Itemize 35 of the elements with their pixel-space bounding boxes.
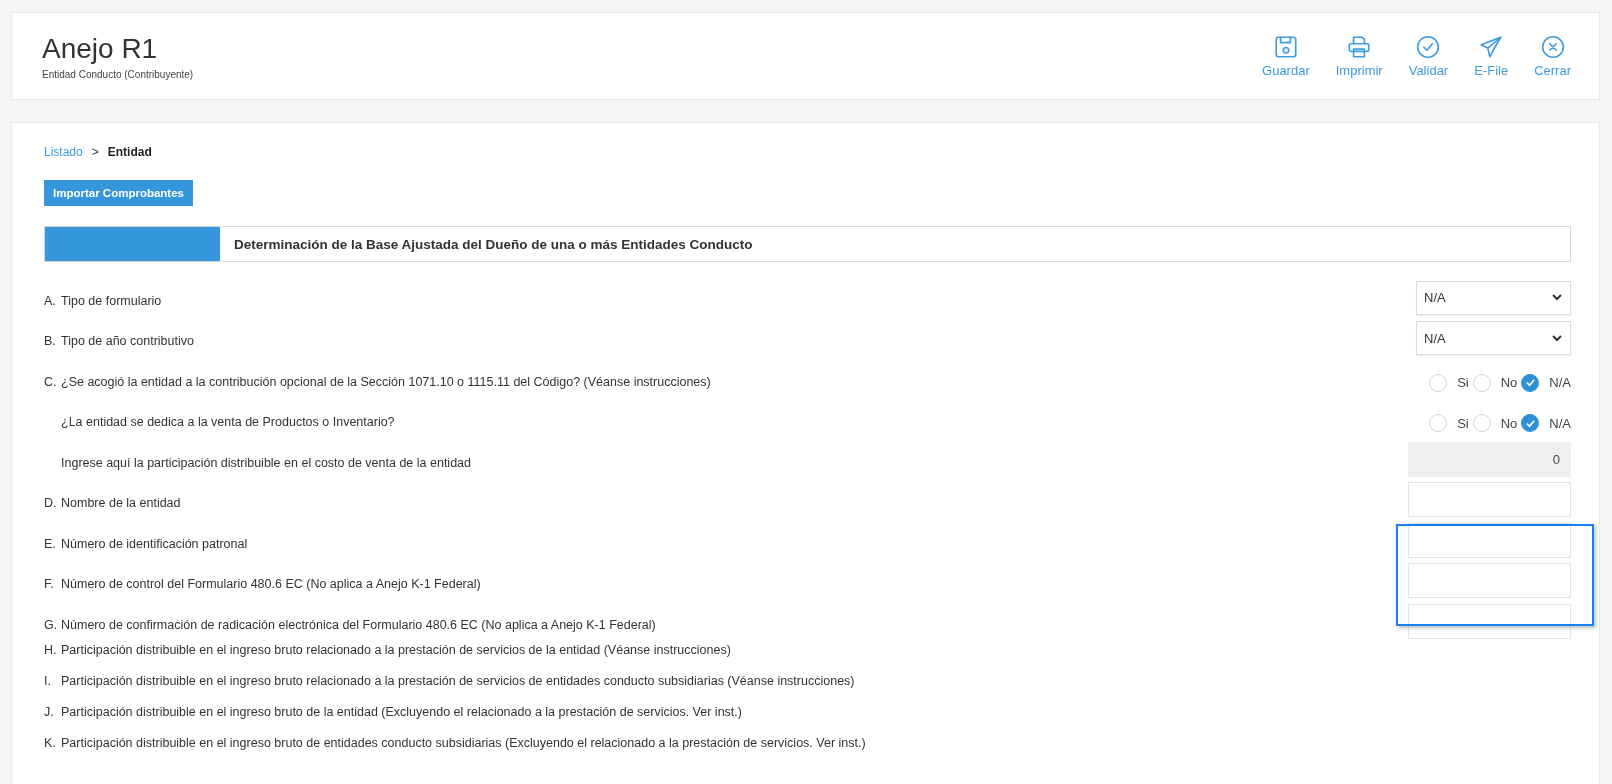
page-subtitle: Entidad Conducto (Contribuyente) bbox=[42, 68, 194, 80]
field-label: ¿La entidad se dedica a la venta de Productos o Inventario? bbox=[60, 415, 395, 431]
chevron-down-icon bbox=[1552, 334, 1562, 342]
dropdown[interactable]: N/A bbox=[1416, 321, 1571, 355]
radio-option[interactable]: Si bbox=[1429, 414, 1469, 432]
field-label: D. Nombre de la entidad bbox=[44, 496, 181, 512]
printer-icon bbox=[1346, 34, 1373, 60]
field-label: B. Tipo de año contributivo bbox=[44, 334, 194, 350]
field-label: F. Número de control del Formulario 480.6 EC (No aplica a Anejo K-1 Federal) bbox=[44, 577, 481, 593]
radio-option[interactable]: No bbox=[1472, 373, 1518, 392]
radio-option[interactable]: N/A bbox=[1521, 414, 1571, 432]
field-label: G. Número de confirmación de radicación electrónica del Formulario 480.6 EC (No aplica a Anejo K-1 Federal) bbox=[44, 617, 656, 634]
breadcrumb-current: Entidad bbox=[107, 145, 152, 159]
field-label: Ingrese aquí la participación distribuible en el costo de venta de la entidad bbox=[60, 455, 471, 472]
input-field[interactable] bbox=[1408, 603, 1571, 639]
breadcrumb-separator: > bbox=[91, 145, 99, 159]
field-label: J. Participación distribuible en el ingreso bruto de la entidad (Excluyendo el relacionado a la prestación de servicios. Ver inst.) bbox=[44, 705, 742, 719]
close-icon bbox=[1539, 34, 1566, 60]
section-title: Determinación de la Base Ajustada del Dueño de una o más Entidades Conducto bbox=[233, 236, 753, 252]
field-label: A. Tipo de formulario bbox=[44, 293, 162, 310]
field-label: C. ¿Se acogió la entidad a la contribución opcional de la Sección 1071.10 o 1115.11 del Código? (Véanse instrucciones) bbox=[44, 374, 711, 391]
radio-option[interactable]: N/A bbox=[1521, 373, 1571, 392]
field-label: H. Participación distribuible en el ingreso bruto relacionado a la prestación de servicios de la entidad (Véanse instrucciones) bbox=[44, 643, 731, 657]
field-label: I. Participación distribuible en el ingreso bruto relacionado a la prestación de servicios de entidades conducto subsidiarias (Véanse instrucciones) bbox=[44, 674, 855, 688]
chevron-down-icon bbox=[1552, 294, 1562, 301]
radio-option[interactable]: Si bbox=[1429, 373, 1469, 392]
dropdown[interactable]: N/A bbox=[1416, 280, 1571, 315]
page-title: Anejo R1 bbox=[42, 32, 159, 65]
check-circle-icon bbox=[1415, 34, 1442, 60]
input-field[interactable] bbox=[1408, 563, 1571, 598]
input-field[interactable] bbox=[1408, 482, 1571, 517]
field-label: K. Participación distribuible en el ingreso bruto de entidades conducto subsidiarias (Excluyendo el relacionado a la prestación de servicios. Ver inst.) bbox=[44, 736, 866, 750]
radio-option[interactable]: No bbox=[1472, 414, 1518, 432]
field-label: E. Número de identificación patronal bbox=[44, 536, 248, 553]
input-field[interactable] bbox=[1408, 522, 1571, 558]
